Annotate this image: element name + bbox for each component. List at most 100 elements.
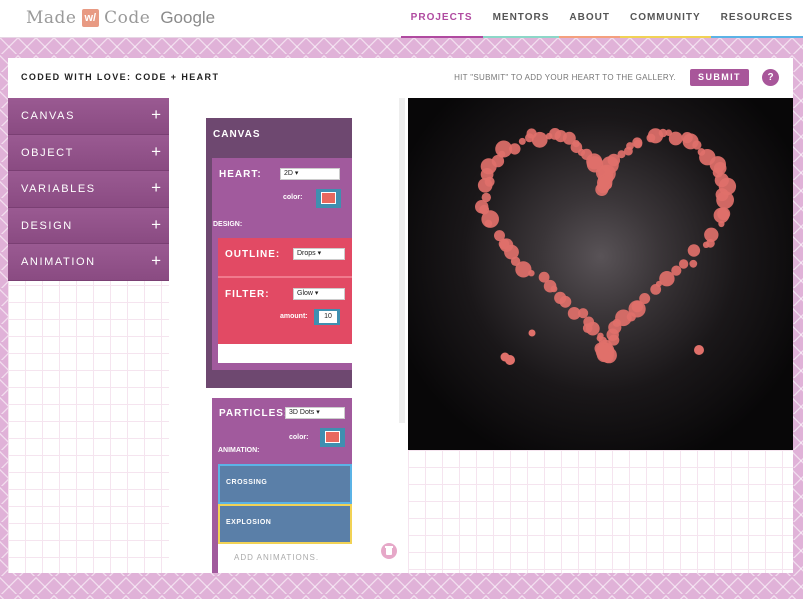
crossing-label: CROSSING: [226, 479, 268, 486]
explosion-block[interactable]: EXPLOSION: [218, 504, 352, 544]
project-title: CODED WITH LOVE: CODE + HEART: [21, 72, 220, 82]
top-nav: Made w/ Code Google PROJECTS MENTORS ABO…: [0, 0, 803, 38]
heart-particle: [713, 207, 730, 224]
logo-made: Made: [26, 8, 77, 28]
heart-particle: [518, 137, 526, 145]
design-slot[interactable]: OUTLINE: Drops ▾ FILTER: Glow ▾ amount: …: [218, 238, 352, 363]
menu-item-variables[interactable]: VARIABLES +: [8, 171, 169, 208]
outline-label: OUTLINE:: [225, 249, 281, 260]
floating-particle: [694, 345, 704, 355]
submit-button[interactable]: SUBMIT: [690, 69, 749, 86]
particles-color-swatch: [325, 431, 340, 443]
heart-particle: [597, 179, 608, 190]
plus-icon: +: [151, 105, 161, 124]
heart-mode-dropdown[interactable]: 2D ▾: [280, 168, 340, 180]
nav-mentors[interactable]: MENTORS: [482, 0, 560, 38]
heart-canvas-preview: [408, 98, 793, 450]
amount-value: 10: [319, 311, 337, 323]
heart-particle: [633, 139, 643, 149]
heart-color-swatch: [321, 192, 336, 204]
help-button[interactable]: ?: [762, 69, 779, 86]
amount-input[interactable]: 10: [314, 309, 340, 325]
made-with-code-logo[interactable]: Made w/ Code Google: [26, 7, 215, 29]
floating-particle: [500, 352, 510, 362]
explosion-label: EXPLOSION: [226, 519, 272, 526]
logo-code: Code: [104, 8, 151, 28]
menu-item-label: DESIGN: [21, 219, 73, 232]
nav-projects[interactable]: PROJECTS: [400, 0, 483, 38]
heart-particle: [668, 131, 683, 146]
heart-particle: [567, 307, 581, 320]
canvas-block-label: CANVAS: [213, 129, 261, 140]
logo-w-badge: w/: [81, 9, 100, 27]
plus-icon: +: [151, 214, 161, 234]
workspace: CANVAS + OBJECT + VARIABLES + DESIGN + A…: [8, 98, 793, 573]
outline-value: Drops: [297, 250, 316, 257]
nav-about[interactable]: ABOUT: [559, 0, 620, 38]
workspace-scrollbar[interactable]: [399, 98, 405, 423]
animation-slot[interactable]: CROSSING EXPLOSION ADD ANIMATIONS.: [218, 464, 352, 573]
menu-item-canvas[interactable]: CANVAS +: [8, 98, 169, 135]
particles-mode-value: 3D Dots: [289, 409, 315, 416]
animation-label: ANIMATION:: [218, 447, 260, 454]
outline-filter-stack[interactable]: OUTLINE: Drops ▾ FILTER: Glow ▾ amount: …: [218, 238, 352, 344]
filter-value: Glow: [297, 290, 313, 297]
add-animations-placeholder: ADD ANIMATIONS.: [234, 553, 320, 562]
heart-particle: [689, 259, 698, 268]
heart-particle: [718, 220, 725, 228]
particles-color-label: color:: [289, 434, 309, 441]
nav-links: PROJECTS MENTORS ABOUT COMMUNITY RESOURC…: [400, 0, 803, 38]
heart-block[interactable]: HEART: 2D ▾ color: DESIGN: OUTLINE: Drop…: [212, 158, 352, 370]
heart-label: HEART:: [219, 169, 262, 180]
heart-particle: [602, 344, 611, 352]
heart-color-label: color:: [283, 194, 303, 201]
block-workspace[interactable]: CANVAS HEART: 2D ▾ color: DESIGN: OUTLIN…: [169, 98, 408, 573]
heart-particle: [494, 230, 505, 242]
particles-label: PARTICLES:: [219, 408, 289, 419]
plus-icon: +: [151, 251, 161, 271]
floating-particle: [528, 329, 536, 337]
heart-particle: [554, 291, 567, 304]
trash-icon[interactable]: [381, 543, 397, 559]
heart-particle: [650, 284, 662, 295]
heart-particle: [509, 143, 521, 155]
filter-dropdown[interactable]: Glow ▾: [293, 288, 345, 300]
heart-particle: [702, 241, 710, 248]
outline-dropdown[interactable]: Drops ▾: [293, 248, 345, 260]
heart-particle: [678, 259, 689, 269]
heart-particle: [716, 191, 734, 209]
menu-item-label: CANVAS: [21, 110, 76, 122]
particles-block[interactable]: PARTICLES: 3D Dots ▾ color: ANIMATION: C…: [212, 398, 352, 573]
project-header: CODED WITH LOVE: CODE + HEART HIT "SUBMI…: [8, 58, 793, 98]
particles-color-picker[interactable]: [320, 428, 345, 447]
menu-item-animation[interactable]: ANIMATION +: [8, 244, 169, 281]
heart-particle: [692, 140, 702, 150]
menu-item-label: OBJECT: [21, 146, 74, 159]
nav-community[interactable]: COMMUNITY: [619, 0, 711, 38]
menu-item-design[interactable]: DESIGN +: [8, 207, 169, 245]
design-label: DESIGN:: [213, 221, 243, 228]
menu-item-label: ANIMATION: [21, 256, 96, 269]
nav-resources[interactable]: RESOURCES: [710, 0, 803, 38]
amount-label: amount:: [280, 313, 308, 320]
heart-mode-value: 2D: [284, 170, 293, 177]
menu-item-label: VARIABLES: [21, 183, 96, 196]
heart-particle: [481, 192, 491, 203]
heart-particle: [583, 316, 595, 328]
grid-background-lower: [408, 450, 793, 573]
heart-particle: [597, 332, 604, 339]
crossing-block[interactable]: CROSSING: [218, 464, 352, 504]
logo-google: Google: [160, 8, 216, 27]
canvas-block[interactable]: CANVAS HEART: 2D ▾ color: DESIGN: OUTLIN…: [206, 118, 352, 388]
heart-particle: [538, 271, 550, 283]
heart-color-picker[interactable]: [316, 189, 341, 208]
heart-particle: [687, 244, 701, 257]
filter-label: FILTER:: [225, 289, 270, 300]
submit-hint: HIT "SUBMIT" TO ADD YOUR HEART TO THE GA…: [454, 73, 676, 82]
particles-mode-dropdown[interactable]: 3D Dots ▾: [285, 407, 345, 419]
heart-particle: [531, 131, 548, 148]
heart-drawing: [475, 128, 737, 365]
plus-icon: +: [151, 178, 161, 198]
menu-item-object[interactable]: OBJECT +: [8, 134, 169, 172]
block-category-menu: CANVAS + OBJECT + VARIABLES + DESIGN + A…: [8, 98, 169, 281]
